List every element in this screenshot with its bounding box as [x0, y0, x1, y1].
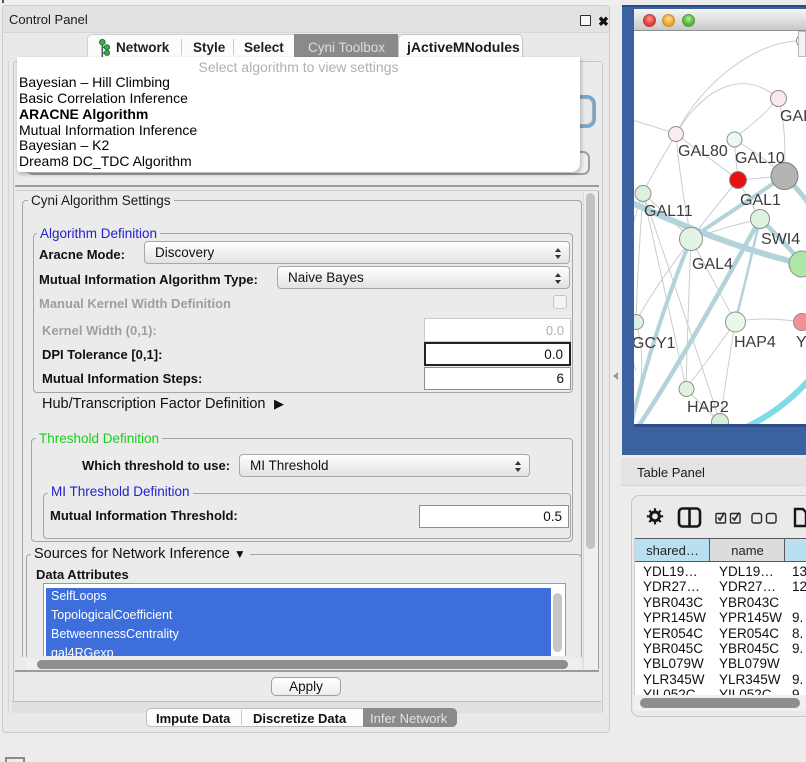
svg-text:HAP2: HAP2	[687, 399, 729, 416]
svg-text:GAL10: GAL10	[735, 150, 785, 167]
svg-text:HAP4: HAP4	[734, 334, 776, 351]
svg-text:GAL4: GAL4	[692, 256, 733, 273]
svg-text:SWI4: SWI4	[761, 231, 800, 248]
svg-text:GCY1: GCY1	[634, 335, 676, 352]
svg-text:GAL7: GAL7	[780, 108, 806, 125]
svg-text:Y: Y	[796, 334, 806, 351]
svg-text:GAL11: GAL11	[644, 203, 693, 220]
svg-text:GAL80: GAL80	[678, 143, 728, 160]
svg-text:GAL1: GAL1	[740, 192, 781, 209]
